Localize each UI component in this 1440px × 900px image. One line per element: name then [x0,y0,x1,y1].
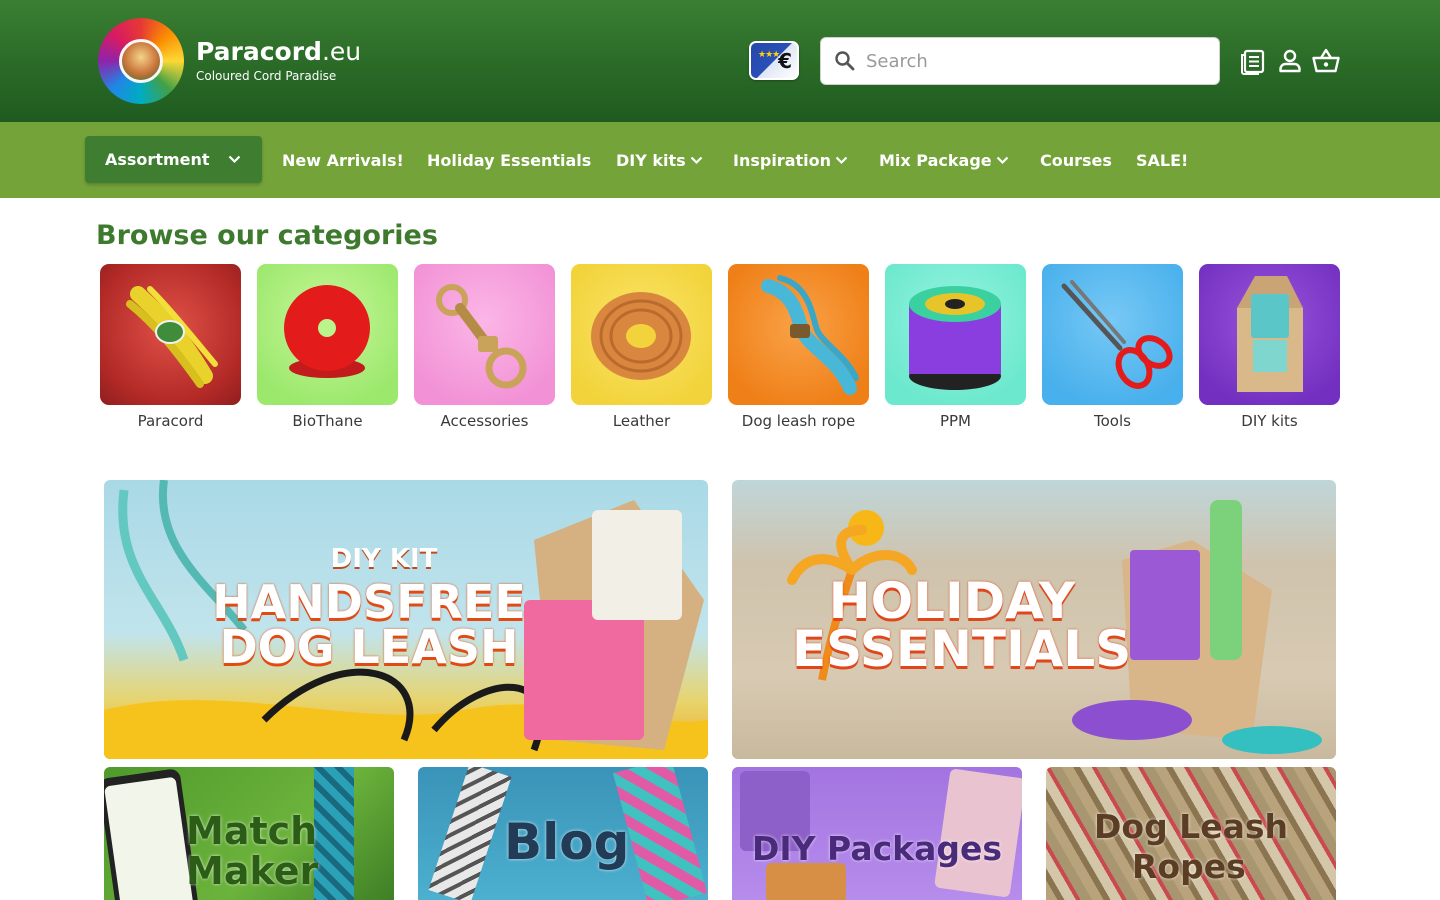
category-label: Tools [1094,412,1131,430]
nav-new-arrivals[interactable]: New Arrivals! [282,148,404,172]
promo-diy-packages[interactable]: DIY Packages [732,767,1022,900]
category-tools[interactable]: Tools [1042,264,1183,436]
assortment-label: Assortment [105,150,210,169]
promo-title-1: DIY Packages [752,829,1003,868]
brand-name: Paracord.eu [196,37,362,66]
region-currency-button[interactable]: ★★★ € [749,41,799,80]
catalog-icon[interactable] [1239,46,1269,76]
nav-label: DIY kits [616,150,686,170]
category-image [885,264,1026,405]
categories-title: Browse our categories [96,220,438,251]
category-label: DIY kits [1241,412,1298,430]
category-image [414,264,555,405]
category-label: PPM [939,412,972,430]
logo-emblem [119,39,163,83]
nav-label: Inspiration [733,150,832,170]
brand[interactable]: Paracord.eu Coloured Cord Paradise [196,36,361,84]
chevron-down-icon [835,156,848,164]
category-label: Leather [612,412,671,430]
promo-match-maker[interactable]: Match Maker [104,767,394,900]
banner-kicker: DIY KIT [330,544,438,574]
chevron-down-icon [996,156,1008,164]
category-image [1042,264,1183,405]
nav-label: SALE! [1136,150,1189,170]
nav-label: Courses [1040,150,1112,170]
logo[interactable] [98,18,184,104]
search-icon [835,51,855,71]
promo-title-1: Match [186,809,318,853]
nav-courses[interactable]: Courses [1040,148,1112,172]
nav-label: Holiday Essentials [427,150,592,170]
category-diy-kits[interactable]: DIY kits [1199,264,1340,436]
nav-label: New Arrivals! [282,150,404,170]
package-illustration-3 [766,863,846,900]
promo-title-1: Blog [504,813,630,871]
category-image [100,264,241,405]
nav-inspiration[interactable]: Inspiration [733,148,848,172]
nav-holiday-essentials[interactable]: Holiday Essentials [427,148,591,172]
category-label: Accessories [440,412,529,430]
banner-headline-2: ESSENTIALS [792,620,1132,678]
nav-label: Mix Package [879,150,992,170]
category-image [571,264,712,405]
promo-dog-leash-ropes[interactable]: Dog Leash Ropes [1046,767,1336,900]
main-navigation: Assortment New Arrivals! Holiday Essenti… [0,122,1440,198]
cord-illustration [428,767,512,900]
category-leather[interactable]: Leather [571,264,712,436]
banner-holiday-essentials[interactable]: HOLIDAY ESSENTIALS [732,480,1336,759]
category-label: Paracord [137,412,204,430]
chevron-down-icon [690,156,702,164]
category-biothane[interactable]: BioThane [257,264,398,436]
category-paracord[interactable]: Paracord [100,264,241,436]
promo-title-1: Dog Leash [1094,807,1288,846]
promo-blog[interactable]: Blog [418,767,708,900]
nav-mix-package[interactable]: Mix Package [879,148,1009,172]
category-ppm[interactable]: PPM [885,264,1026,436]
category-image [728,264,869,405]
category-label: Dog leash rope [741,412,856,430]
banner-headline-2: DOG LEASH [219,620,519,674]
category-image [257,264,398,405]
assortment-menu-button[interactable]: Assortment [85,136,262,183]
brand-tagline: Coloured Cord Paradise [196,69,337,83]
chevron-down-icon [228,155,240,164]
account-icon[interactable] [1275,46,1305,76]
search-box[interactable] [820,37,1220,85]
eu-stars-icon: ★★★ [758,50,780,60]
euro-icon: € [778,48,792,73]
category-accessories[interactable]: Accessories [414,264,555,436]
nav-sale[interactable]: SALE! [1136,148,1188,172]
category-dog-leash-rope[interactable]: Dog leash rope [728,264,869,436]
search-input[interactable] [866,50,1196,72]
category-image [1199,264,1340,405]
banner-handsfree-dog-leash[interactable]: DIY KIT HANDSFREE DOG LEASH [104,480,708,759]
promo-title-2: Ropes [1132,847,1246,886]
basket-icon[interactable] [1311,46,1341,76]
nav-diy-kits[interactable]: DIY kits [616,148,703,172]
cord-illustration [314,767,354,900]
site-header: Paracord.eu Coloured Cord Paradise ★★★ € [0,0,1440,122]
promo-title-2: Maker [186,849,319,893]
category-label: BioThane [292,412,363,430]
